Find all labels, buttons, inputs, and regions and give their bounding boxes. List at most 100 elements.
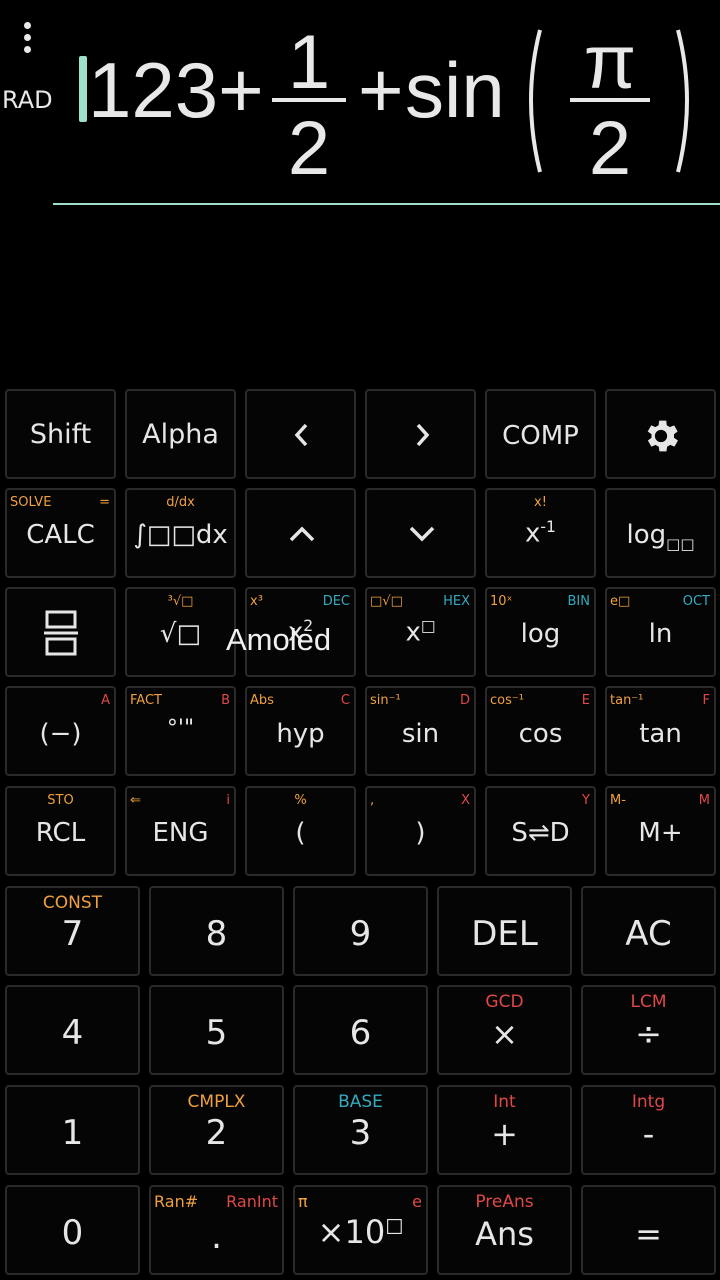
- calc-label: CALC: [26, 520, 95, 550]
- digit-2-button[interactable]: CMPLX 2: [149, 1085, 284, 1175]
- digit-0-label: 0: [61, 1213, 84, 1253]
- square-shift-label: x³: [250, 594, 263, 609]
- minus-label: -: [642, 1115, 655, 1153]
- memory-plus-shift-label: M-: [610, 793, 626, 808]
- equals-button[interactable]: =: [581, 1185, 716, 1275]
- ln-button[interactable]: e□ OCT ln: [605, 587, 716, 677]
- cursor-up-button[interactable]: [245, 488, 356, 578]
- settings-button[interactable]: [605, 389, 716, 479]
- eng-button[interactable]: ⇐ i ENG: [125, 786, 236, 876]
- hyp-shift-label: Abs: [250, 693, 274, 708]
- delete-button[interactable]: DEL: [437, 886, 572, 976]
- tan-alpha-label: F: [702, 693, 710, 708]
- digit-4-button[interactable]: 4: [5, 985, 140, 1075]
- hyp-button[interactable]: Abs C hyp: [245, 686, 356, 776]
- tan-label: tan: [639, 719, 682, 749]
- negative-alpha-label: A: [101, 693, 110, 708]
- mode-comp-button[interactable]: COMP: [485, 389, 596, 479]
- digit-6-button[interactable]: 6: [293, 985, 428, 1075]
- digit-3-button[interactable]: BASE 3: [293, 1085, 428, 1175]
- calc-button[interactable]: SOLVE = CALC: [5, 488, 116, 578]
- expression-prefix: 123+: [88, 46, 264, 134]
- cos-shift-label: cos⁻¹: [490, 693, 524, 708]
- hyp-label: hyp: [276, 719, 325, 749]
- degree-shift-label: FACT: [130, 693, 162, 708]
- all-clear-button[interactable]: AC: [581, 886, 716, 976]
- expression-display[interactable]: 123+ 1 2 + sin π 2: [0, 0, 720, 200]
- close-paren-shift-label: ,: [370, 793, 375, 808]
- integral-label: ∫□□dx: [133, 520, 228, 550]
- digit-7-label: 7: [61, 914, 84, 954]
- answer-shift-label: PreAns: [475, 1192, 534, 1212]
- multiply-button[interactable]: GCD ×: [437, 985, 572, 1075]
- chevron-up-icon: [289, 526, 315, 542]
- power-superscript: □: [420, 617, 436, 635]
- digit-1-button[interactable]: 1: [5, 1085, 140, 1175]
- sin-label: sin: [401, 719, 440, 749]
- open-paren-button[interactable]: % (: [245, 786, 356, 876]
- inverse-button[interactable]: x! x-1: [485, 488, 596, 578]
- sin-button[interactable]: sin⁻¹ D sin: [365, 686, 476, 776]
- ln-shift-label: e□: [610, 594, 631, 609]
- calc-alpha-label: =: [99, 495, 110, 510]
- fraction1-denominator: 2: [288, 106, 330, 191]
- cos-label: cos: [518, 719, 563, 749]
- digit-2-shift-label: CMPLX: [187, 1092, 246, 1112]
- exponent-alpha-label: e: [412, 1192, 422, 1211]
- open-paren-label: (: [295, 818, 306, 848]
- sqrt-button[interactable]: ³√□ √□: [125, 587, 236, 677]
- digit-5-button[interactable]: 5: [149, 985, 284, 1075]
- integral-button[interactable]: d/dx ∫□□dx: [125, 488, 236, 578]
- s-to-d-button[interactable]: Y S⇌D: [485, 786, 596, 876]
- shift-button[interactable]: Shift: [5, 389, 116, 479]
- plus-label: +: [491, 1115, 518, 1153]
- fraction-icon: [44, 610, 78, 656]
- memory-plus-alpha-label: M: [698, 793, 710, 808]
- sin-alpha-label: D: [459, 693, 470, 708]
- sqrt-shift-label: ³√□: [167, 594, 194, 609]
- power-shift-label: □√□: [370, 594, 403, 609]
- digit-3-mode-label: BASE: [338, 1092, 383, 1112]
- cursor-down-button[interactable]: [365, 488, 476, 578]
- answer-button[interactable]: PreAns Ans: [437, 1185, 572, 1275]
- digit-9-button[interactable]: 9: [293, 886, 428, 976]
- memory-plus-label: M+: [638, 818, 683, 848]
- expression-function: sin: [405, 46, 505, 134]
- calc-shift-label: SOLVE: [10, 495, 52, 510]
- digit-0-button[interactable]: 0: [5, 1185, 140, 1275]
- exponent-button[interactable]: π e ×10□: [293, 1185, 428, 1275]
- text-cursor: [79, 56, 87, 122]
- minus-button[interactable]: Intg -: [581, 1085, 716, 1175]
- digit-8-button[interactable]: 8: [149, 886, 284, 976]
- square-mode-label: DEC: [322, 594, 350, 609]
- degree-label: °'": [166, 716, 195, 741]
- multiply-shift-label: GCD: [485, 992, 524, 1012]
- power-mode-label: HEX: [443, 594, 470, 609]
- fraction2-numerator: π: [584, 20, 636, 105]
- negative-button[interactable]: A (−): [5, 686, 116, 776]
- log-base-button[interactable]: log□□: [605, 488, 716, 578]
- recall-button[interactable]: STO RCL: [5, 786, 116, 876]
- cursor-right-button[interactable]: [365, 389, 476, 479]
- memory-plus-button[interactable]: M- M M+: [605, 786, 716, 876]
- divide-button[interactable]: LCM ÷: [581, 985, 716, 1075]
- fraction-button[interactable]: [5, 587, 116, 677]
- tan-shift-label: tan⁻¹: [610, 693, 644, 708]
- tan-button[interactable]: tan⁻¹ F tan: [605, 686, 716, 776]
- cursor-left-button[interactable]: [245, 389, 356, 479]
- minus-shift-label: Intg: [631, 1092, 666, 1112]
- digit-7-button[interactable]: CONST 7: [5, 886, 140, 976]
- hyp-alpha-label: C: [340, 693, 350, 708]
- degree-button[interactable]: FACT B °'": [125, 686, 236, 776]
- log-button[interactable]: 10ˣ BIN log: [485, 587, 596, 677]
- cos-button[interactable]: cos⁻¹ E cos: [485, 686, 596, 776]
- eng-label: ENG: [152, 818, 209, 848]
- close-paren-button[interactable]: , X ): [365, 786, 476, 876]
- power-button[interactable]: □√□ HEX x□: [365, 587, 476, 677]
- alpha-button[interactable]: Alpha: [125, 389, 236, 479]
- plus-button[interactable]: Int +: [437, 1085, 572, 1175]
- left-parenthesis: [529, 29, 542, 173]
- ln-label: ln: [648, 619, 673, 649]
- plus-shift-label: Int: [493, 1092, 516, 1112]
- decimal-point-button[interactable]: Ran# RanInt .: [149, 1185, 284, 1275]
